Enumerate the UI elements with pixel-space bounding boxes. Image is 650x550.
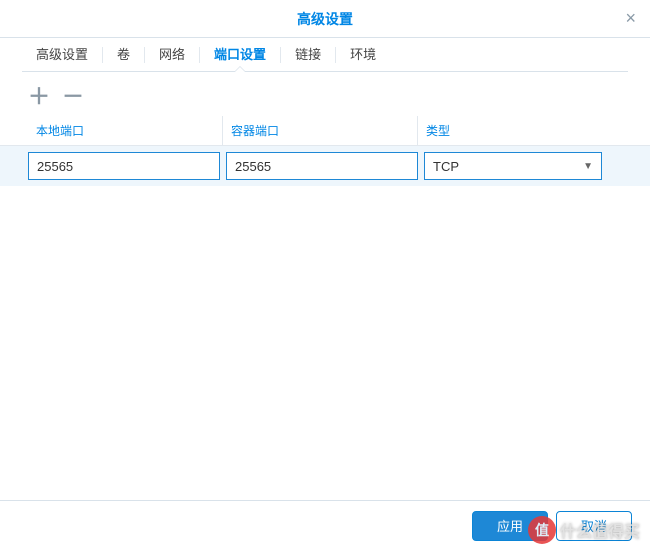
tab-environment[interactable]: 环境 [336,36,390,71]
cancel-button[interactable]: 取消 [556,511,632,541]
col-container-port: 容器端口 [223,116,418,145]
add-icon[interactable]: ＋ [28,84,50,106]
close-icon[interactable]: × [625,8,636,29]
local-port-input[interactable] [28,152,220,180]
tab-volume[interactable]: 卷 [103,36,144,71]
dialog-header: 高级设置 × [0,0,650,38]
row-toolbar: ＋ － [0,72,650,116]
dialog-footer: 应用 取消 [0,500,650,550]
col-type: 类型 [418,116,598,145]
tab-port-settings[interactable]: 端口设置 [200,36,280,71]
table-row: TCP ▼ [0,146,650,186]
tab-network[interactable]: 网络 [145,36,199,71]
container-port-input[interactable] [226,152,418,180]
remove-icon[interactable]: － [62,84,84,106]
chevron-down-icon: ▼ [583,161,593,172]
tab-links[interactable]: 链接 [281,36,335,71]
col-local-port: 本地端口 [28,116,223,145]
type-select[interactable]: TCP ▼ [424,152,602,180]
type-select-value: TCP [433,159,459,174]
ok-button[interactable]: 应用 [472,511,548,541]
tab-bar: 高级设置 卷 网络 端口设置 链接 环境 [22,38,628,72]
tab-advanced[interactable]: 高级设置 [22,36,102,71]
dialog-title: 高级设置 [297,9,353,29]
table-header: 本地端口 容器端口 类型 [0,116,650,146]
